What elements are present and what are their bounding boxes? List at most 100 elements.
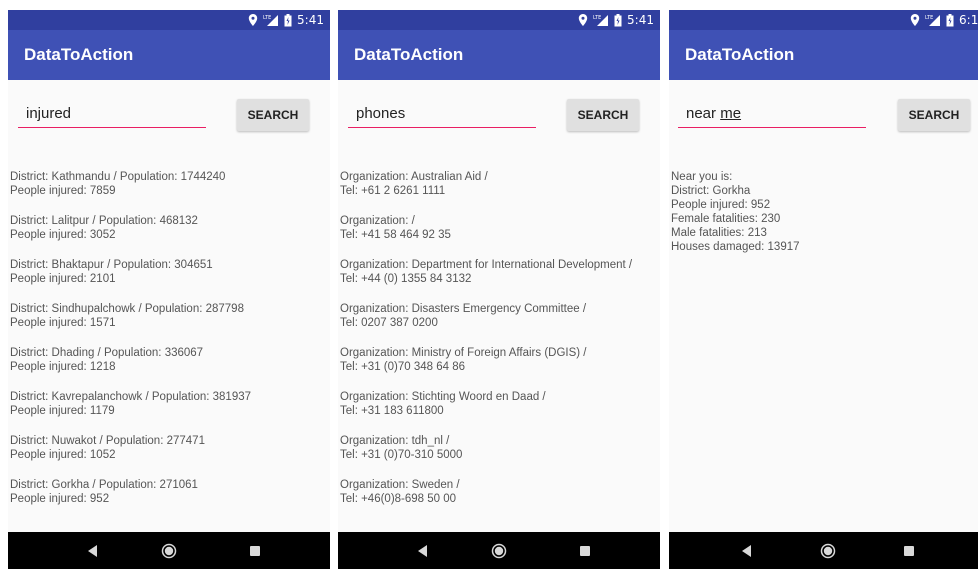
list-item: District: Dhading / Population: 336067 P… bbox=[10, 346, 328, 374]
people-injured-text: People injured: 2101 bbox=[10, 273, 116, 285]
lte-signal-icon: LTE bbox=[263, 14, 279, 26]
status-time: 5:41 bbox=[627, 13, 654, 27]
back-icon[interactable] bbox=[78, 532, 108, 569]
list-item: District: Gorkha / Population: 271061 Pe… bbox=[10, 478, 328, 506]
search-button[interactable]: SEARCH bbox=[567, 99, 639, 131]
navigation-bar bbox=[8, 532, 330, 569]
main-content: injured SEARCH District: Kathmandu / Pop… bbox=[8, 80, 330, 532]
female-fatalities-text: Female fatalities: 230 bbox=[671, 213, 781, 225]
list-item: Organization: Ministry of Foreign Affair… bbox=[340, 346, 658, 374]
organization-text: Organization: tdh_nl / bbox=[340, 435, 450, 447]
phone-screen-2: LTE 5:41 DataToAction phones SEARCH Orga… bbox=[330, 0, 660, 569]
status-bar: LTE 6:18 bbox=[669, 10, 978, 30]
app-title: DataToAction bbox=[354, 45, 464, 64]
search-input[interactable]: phones bbox=[348, 104, 536, 128]
district-population-text: District: Kathmandu / Population: 174424… bbox=[10, 171, 226, 183]
battery-icon bbox=[946, 13, 954, 27]
organization-text: Organization: Sweden / bbox=[340, 479, 460, 491]
list-item: District: Nuwakot / Population: 277471 P… bbox=[10, 434, 328, 462]
list-item: Organization: Disasters Emergency Commit… bbox=[340, 302, 658, 330]
list-item: Organization: Stichting Woord en Daad / … bbox=[340, 390, 658, 418]
phone-screen-3: LTE 6:18 DataToAction near me SEARCH Nea… bbox=[669, 0, 978, 569]
district-population-text: District: Nuwakot / Population: 277471 bbox=[10, 435, 205, 447]
location-icon bbox=[910, 14, 920, 26]
recents-icon[interactable] bbox=[894, 532, 924, 569]
search-input-underlined-text: me bbox=[720, 105, 742, 122]
list-item: Organization: Department for Internation… bbox=[340, 258, 658, 286]
telephone-text: Tel: +46(0)8-698 50 00 bbox=[340, 493, 457, 505]
people-injured-text: People injured: 1571 bbox=[10, 317, 116, 329]
back-icon[interactable] bbox=[732, 532, 762, 569]
location-icon bbox=[578, 14, 588, 26]
back-icon[interactable] bbox=[408, 532, 438, 569]
search-button[interactable]: SEARCH bbox=[898, 99, 970, 131]
search-input[interactable]: injured bbox=[18, 104, 206, 128]
district-population-text: District: Lalitpur / Population: 468132 bbox=[10, 215, 198, 227]
search-button[interactable]: SEARCH bbox=[237, 99, 309, 131]
telephone-text: Tel: +44 (0) 1355 84 3132 bbox=[340, 273, 472, 285]
lte-signal-icon: LTE bbox=[925, 14, 941, 26]
battery-icon bbox=[614, 13, 622, 27]
search-input-text: injured bbox=[26, 105, 72, 122]
district-text: District: Gorkha bbox=[671, 185, 751, 197]
search-input[interactable]: near me bbox=[678, 104, 866, 128]
home-icon[interactable] bbox=[484, 532, 514, 569]
district-population-text: District: Dhading / Population: 336067 bbox=[10, 347, 204, 359]
district-population-text: District: Kavrepalanchowk / Population: … bbox=[10, 391, 252, 403]
people-injured-text: People injured: 7859 bbox=[10, 185, 116, 197]
near-you-heading: Near you is: bbox=[671, 171, 733, 183]
svg-text:LTE: LTE bbox=[925, 15, 933, 21]
app-title: DataToAction bbox=[24, 45, 134, 64]
near-you-panel: Near you is: District: Gorkha People inj… bbox=[671, 170, 976, 254]
people-injured-text: People injured: 1179 bbox=[10, 405, 115, 417]
app-bar: DataToAction bbox=[338, 30, 660, 80]
people-injured-text: People injured: 1218 bbox=[10, 361, 116, 373]
district-population-text: District: Sindhupalchowk / Population: 2… bbox=[10, 303, 244, 315]
status-bar: LTE 5:41 bbox=[8, 10, 330, 30]
list-item: Organization: Australian Aid / Tel: +61 … bbox=[340, 170, 658, 198]
app-title: DataToAction bbox=[685, 45, 795, 64]
list-item: Organization: tdh_nl / Tel: +31 (0)70-31… bbox=[340, 434, 658, 462]
organization-text: Organization: Australian Aid / bbox=[340, 171, 488, 183]
telephone-text: Tel: +31 183 611800 bbox=[340, 405, 444, 417]
houses-damaged-text: Houses damaged: 13917 bbox=[671, 241, 800, 253]
home-icon[interactable] bbox=[154, 532, 184, 569]
recents-icon[interactable] bbox=[570, 532, 600, 569]
svg-text:LTE: LTE bbox=[263, 15, 271, 21]
results-list: Organization: Australian Aid / Tel: +61 … bbox=[340, 170, 658, 522]
home-icon[interactable] bbox=[813, 532, 843, 569]
list-item: District: Kathmandu / Population: 174424… bbox=[10, 170, 328, 198]
main-content: near me SEARCH Near you is: District: Go… bbox=[669, 80, 978, 532]
status-time: 5:41 bbox=[297, 13, 324, 27]
recents-icon[interactable] bbox=[240, 532, 270, 569]
navigation-bar bbox=[669, 532, 978, 569]
telephone-text: Tel: +31 (0)70 348 64 86 bbox=[340, 361, 465, 373]
results-list: District: Kathmandu / Population: 174424… bbox=[10, 170, 328, 522]
district-population-text: District: Bhaktapur / Population: 304651 bbox=[10, 259, 213, 271]
status-time: 6:18 bbox=[959, 13, 978, 27]
people-injured-text: People injured: 952 bbox=[671, 199, 771, 211]
list-item: Organization: / Tel: +41 58 464 92 35 bbox=[340, 214, 658, 242]
list-item: District: Lalitpur / Population: 468132 … bbox=[10, 214, 328, 242]
people-injured-text: People injured: 1052 bbox=[10, 449, 116, 461]
list-item: Organization: Sweden / Tel: +46(0)8-698 … bbox=[340, 478, 658, 506]
lte-signal-icon: LTE bbox=[593, 14, 609, 26]
list-item: District: Kavrepalanchowk / Population: … bbox=[10, 390, 328, 418]
app-bar: DataToAction bbox=[8, 30, 330, 80]
people-injured-text: People injured: 952 bbox=[10, 493, 110, 505]
navigation-bar bbox=[338, 532, 660, 569]
svg-text:LTE: LTE bbox=[593, 15, 601, 21]
phone-screen-1: LTE 5:41 DataToAction injured SEARCH Dis… bbox=[0, 0, 330, 569]
people-injured-text: People injured: 3052 bbox=[10, 229, 116, 241]
status-bar: LTE 5:41 bbox=[338, 10, 660, 30]
telephone-text: Tel: 0207 387 0200 bbox=[340, 317, 438, 329]
app-bar: DataToAction bbox=[669, 30, 978, 80]
organization-text: Organization: Ministry of Foreign Affair… bbox=[340, 347, 587, 359]
organization-text: Organization: Stichting Woord en Daad / bbox=[340, 391, 546, 403]
main-content: phones SEARCH Organization: Australian A… bbox=[338, 80, 660, 532]
telephone-text: Tel: +31 (0)70-310 5000 bbox=[340, 449, 463, 461]
search-input-text: near bbox=[686, 105, 721, 122]
organization-text: Organization: / bbox=[340, 215, 415, 227]
search-input-text: phones bbox=[356, 105, 406, 122]
organization-text: Organization: Department for Internation… bbox=[340, 259, 633, 271]
